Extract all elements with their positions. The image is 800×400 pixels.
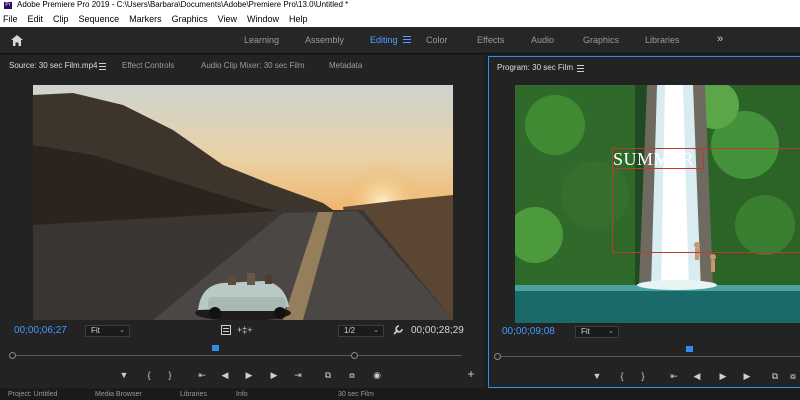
insert-button[interactable]: ⧉ <box>769 371 781 381</box>
play-button[interactable]: ▶ <box>243 370 255 380</box>
chevron-down-icon: ⌄ <box>119 327 125 334</box>
tab-info[interactable]: Info <box>236 391 248 398</box>
workspace-tab-editing[interactable]: Editing <box>370 35 398 45</box>
program-zoom-select[interactable]: Fit ⌄ <box>575 326 619 338</box>
source-zoom-select[interactable]: Fit ⌄ <box>85 325 130 337</box>
workspace-tab-audio[interactable]: Audio <box>531 35 554 45</box>
menu-window[interactable]: Window <box>247 14 279 24</box>
workspace-menu-icon[interactable] <box>403 36 411 44</box>
tab-effect-controls[interactable]: Effect Controls <box>122 61 174 70</box>
wrench-icon[interactable] <box>393 325 403 335</box>
step-forward-button[interactable]: ▶ <box>268 370 280 380</box>
tab-metadata[interactable]: Metadata <box>329 61 362 70</box>
source-scrubber-track[interactable] <box>12 355 462 356</box>
source-duration-timecode: 00;00;28;29 <box>411 325 464 336</box>
program-panel-tabs: Program: 30 sec Film <box>489 57 800 79</box>
add-button[interactable]: + <box>465 368 477 380</box>
insert-button[interactable]: ⧉ <box>322 370 334 380</box>
overwrite-button[interactable]: ⧇ <box>346 370 358 380</box>
mark-out-button[interactable]: } <box>637 371 649 381</box>
program-zoom-value: Fit <box>581 327 590 336</box>
tab-media-browser[interactable]: Media Browser <box>95 391 142 398</box>
window-title: Adobe Premiere Pro 2019 - C:\Users\Barba… <box>17 0 349 9</box>
tab-source[interactable]: Source: 30 sec Film.mp4 <box>9 61 97 70</box>
step-back-button[interactable]: ◀ <box>691 371 703 381</box>
source-panel-tabs: Source: 30 sec Film.mp4 Effect Controls … <box>0 55 484 77</box>
title-text-overlay[interactable]: SUMMER <box>613 149 694 170</box>
source-current-timecode[interactable]: 00;00;06;27 <box>14 325 67 336</box>
tab-libraries[interactable]: Libraries <box>180 391 207 398</box>
program-monitor-panel: Program: 30 sec Film SUMMER 00;00;09;08 … <box>488 56 800 388</box>
source-zoom-value: Fit <box>91 326 100 335</box>
menu-sequence[interactable]: Sequence <box>79 14 120 24</box>
add-marker-button[interactable]: ▼ <box>118 370 130 380</box>
workspace-tab-learning[interactable]: Learning <box>244 35 279 45</box>
mark-in-button[interactable]: { <box>143 370 155 380</box>
source-frame-image <box>33 85 453 320</box>
workspace-more-button[interactable]: » <box>717 33 723 45</box>
tab-project[interactable]: Project: Untitled <box>8 391 57 398</box>
tab-audio-clip-mixer[interactable]: Audio Clip Mixer: 30 sec Film <box>201 61 305 70</box>
workspace-bar: Learning Assembly Editing Color Effects … <box>0 27 800 54</box>
premiere-logo: Pr <box>4 1 12 9</box>
mark-out-button[interactable]: } <box>164 370 176 380</box>
source-panel-menu-icon[interactable] <box>99 63 106 72</box>
menu-graphics[interactable]: Graphics <box>172 14 208 24</box>
program-panel-menu-icon[interactable] <box>577 65 584 74</box>
program-current-timecode[interactable]: 00;00;09;08 <box>502 326 555 337</box>
drop-frame-icon[interactable]: +‡+ <box>237 325 253 335</box>
menu-file[interactable]: File <box>3 14 18 24</box>
program-zoom-handle-left[interactable] <box>494 353 501 360</box>
program-scrubber-track[interactable] <box>497 356 800 357</box>
chevron-down-icon: ⌄ <box>373 327 379 334</box>
menu-markers[interactable]: Markers <box>129 14 162 24</box>
program-video-frame[interactable]: SUMMER <box>515 85 800 323</box>
source-resolution-value: 1/2 <box>344 326 356 335</box>
menu-clip[interactable]: Clip <box>53 14 69 24</box>
export-frame-button[interactable]: ◉ <box>371 370 383 380</box>
menu-view[interactable]: View <box>218 14 237 24</box>
source-playhead[interactable] <box>211 345 219 351</box>
workspace-tab-graphics[interactable]: Graphics <box>583 35 619 45</box>
step-back-button[interactable]: ◀ <box>219 370 231 380</box>
source-zoom-handle-right[interactable] <box>351 352 358 359</box>
tab-program[interactable]: Program: 30 sec Film <box>497 63 573 72</box>
menu-bar: File Edit Clip Sequence Markers Graphics… <box>0 10 800 27</box>
source-monitor-panel: Source: 30 sec Film.mp4 Effect Controls … <box>0 55 484 388</box>
play-button[interactable]: ▶ <box>717 371 729 381</box>
go-to-out-button[interactable]: ⇥ <box>292 370 304 380</box>
source-resolution-select[interactable]: 1/2 ⌄ <box>338 325 384 337</box>
go-to-in-button[interactable]: ⇤ <box>668 371 680 381</box>
workspace-tab-effects[interactable]: Effects <box>477 35 504 45</box>
overwrite-button[interactable]: ⧇ <box>787 371 799 381</box>
tab-sequence-30-sec-film[interactable]: 30 sec Film <box>338 391 374 398</box>
home-icon[interactable] <box>10 34 24 47</box>
chevron-down-icon: ⌄ <box>608 328 614 335</box>
add-marker-button[interactable]: ▼ <box>591 371 603 381</box>
workspace-tab-libraries[interactable]: Libraries <box>645 35 680 45</box>
title-bar: Pr Adobe Premiere Pro 2019 - C:\Users\Ba… <box>0 0 800 10</box>
menu-help[interactable]: Help <box>289 14 308 24</box>
settings-panel-icon[interactable] <box>221 325 231 335</box>
mark-in-button[interactable]: { <box>616 371 628 381</box>
bottom-panel-tabs: Project: Untitled Media Browser Librarie… <box>0 389 800 400</box>
workspace-tab-color[interactable]: Color <box>426 35 448 45</box>
workspace-tab-assembly[interactable]: Assembly <box>305 35 344 45</box>
go-to-in-button[interactable]: ⇤ <box>196 370 208 380</box>
source-zoom-handle-left[interactable] <box>9 352 16 359</box>
step-forward-button[interactable]: ▶ <box>741 371 753 381</box>
source-video-frame[interactable] <box>33 85 453 320</box>
menu-edit[interactable]: Edit <box>28 14 44 24</box>
program-playhead[interactable] <box>685 346 693 352</box>
